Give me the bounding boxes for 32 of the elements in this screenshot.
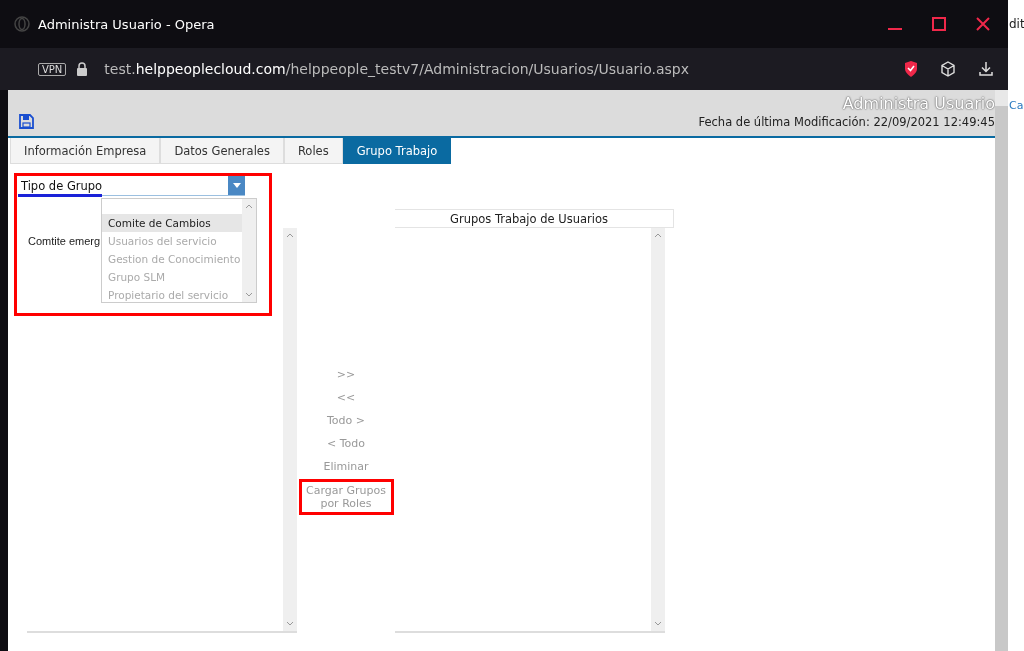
lock-icon <box>76 62 89 76</box>
tab[interactable]: Grupo Trabajo <box>342 138 452 164</box>
scroll-up-icon[interactable] <box>244 202 254 211</box>
scroll-down-icon[interactable] <box>653 619 663 628</box>
scrollbar[interactable] <box>995 90 1008 651</box>
last-modified-text: Fecha de última Modificación: 22/09/2021 12:49:45 <box>698 114 995 129</box>
scrollbar[interactable] <box>283 228 297 631</box>
save-icon[interactable] <box>19 114 34 129</box>
tab[interactable]: Datos Generales <box>160 138 284 164</box>
maximize-icon[interactable] <box>932 17 946 31</box>
download-icon[interactable] <box>978 61 994 77</box>
scrollbar[interactable] <box>242 199 256 302</box>
vpn-badge[interactable]: VPN <box>38 62 67 76</box>
tab[interactable]: Roles <box>283 138 343 164</box>
scroll-down-icon[interactable] <box>285 619 295 628</box>
page-title: Administra Usuario <box>842 94 995 113</box>
scrollbar[interactable] <box>651 228 665 631</box>
dropdown-option[interactable]: Comite de Cambios <box>102 214 242 232</box>
scroll-up-icon[interactable] <box>653 231 663 240</box>
scroll-up-icon[interactable] <box>285 231 295 240</box>
background-link[interactable]: Ca <box>1009 99 1024 112</box>
list-header: Grupos Trabajo de Usuarios <box>395 209 674 228</box>
background-text: dit <box>1009 17 1024 31</box>
caret-icon <box>232 183 241 188</box>
window-title: Administra Usuario - Opera <box>38 16 216 32</box>
browser-logo-icon <box>14 16 30 32</box>
url-text[interactable]: test.helppeoplecloud.com/helppeople_testv7/Administracion/Usuarios/Usuario.aspx <box>104 61 904 77</box>
tab[interactable]: Información Empresa <box>10 138 161 164</box>
close-icon[interactable] <box>976 17 990 31</box>
shield-icon[interactable] <box>904 61 918 77</box>
scroll-down-icon[interactable] <box>244 290 254 299</box>
cube-icon[interactable] <box>940 61 956 77</box>
